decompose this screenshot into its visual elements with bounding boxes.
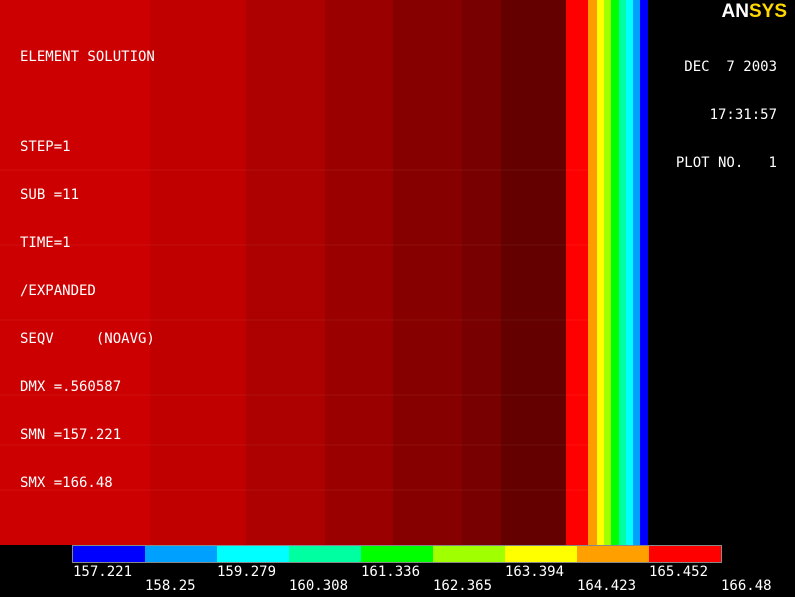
legend-label-5: 162.365	[433, 578, 493, 594]
info-sub: SUB =11	[20, 187, 80, 203]
legend-label-9: 166.48	[721, 578, 772, 594]
contour-legend	[72, 545, 722, 563]
legend-swatch-0	[73, 546, 145, 562]
legend-swatch-8	[649, 546, 721, 562]
legend-label-7: 164.423	[577, 578, 637, 594]
info-time: TIME=1	[20, 235, 71, 251]
legend-label-4: 161.336	[361, 564, 421, 580]
info-title: ELEMENT SOLUTION	[20, 49, 155, 65]
plot-time: 17:31:57	[709, 107, 777, 123]
legend-label-3: 160.308	[289, 578, 349, 594]
info-seqv: SEQV (NOAVG)	[20, 331, 155, 347]
legend-label-2: 159.279	[217, 564, 277, 580]
legend-label-8: 165.452	[649, 564, 709, 580]
model-band-2	[150, 0, 246, 545]
legend-swatch-2	[217, 546, 289, 562]
logo-part1: AN	[721, 1, 749, 22]
model-band-16	[640, 0, 648, 545]
legend-label-6: 163.394	[505, 564, 565, 580]
info-smn: SMN =157.221	[20, 427, 122, 443]
legend-swatch-6	[505, 546, 577, 562]
plot-header: DEC 7 2003 17:31:57 PLOT NO. 1	[676, 27, 777, 187]
model-band-15	[633, 0, 640, 545]
solution-info: ELEMENT SOLUTION STEP=1 SUB =11 TIME=1 /…	[20, 17, 155, 507]
model-band-5	[393, 0, 462, 545]
plot-number: PLOT NO. 1	[675, 155, 777, 171]
model-band-12	[611, 0, 619, 545]
legend-swatch-4	[361, 546, 433, 562]
info-smx: SMX =166.48	[20, 475, 113, 491]
legend-swatch-1	[145, 546, 217, 562]
legend-label-1: 158.25	[145, 578, 196, 594]
legend-swatch-7	[577, 546, 649, 562]
legend-label-0: 157.221	[73, 564, 133, 580]
info-step: STEP=1	[20, 139, 71, 155]
model-band-14	[626, 0, 633, 545]
model-band-13	[619, 0, 626, 545]
info-expanded: /EXPANDED	[20, 283, 96, 299]
plot-date: DEC 7 2003	[684, 59, 777, 75]
model-band-11	[604, 0, 611, 545]
logo-part2: SYS	[748, 1, 787, 22]
model-band-6	[462, 0, 501, 545]
legend-swatch-3	[289, 546, 361, 562]
legend-swatch-5	[433, 546, 505, 562]
model-band-7	[501, 0, 566, 545]
model-band-10	[597, 0, 604, 545]
model-band-8	[566, 0, 588, 545]
ansys-logo: ANSYS	[722, 1, 787, 23]
model-band-4	[325, 0, 393, 545]
info-dmx: DMX =.560587	[20, 379, 122, 395]
model-band-9	[588, 0, 597, 545]
model-band-3	[246, 0, 325, 545]
